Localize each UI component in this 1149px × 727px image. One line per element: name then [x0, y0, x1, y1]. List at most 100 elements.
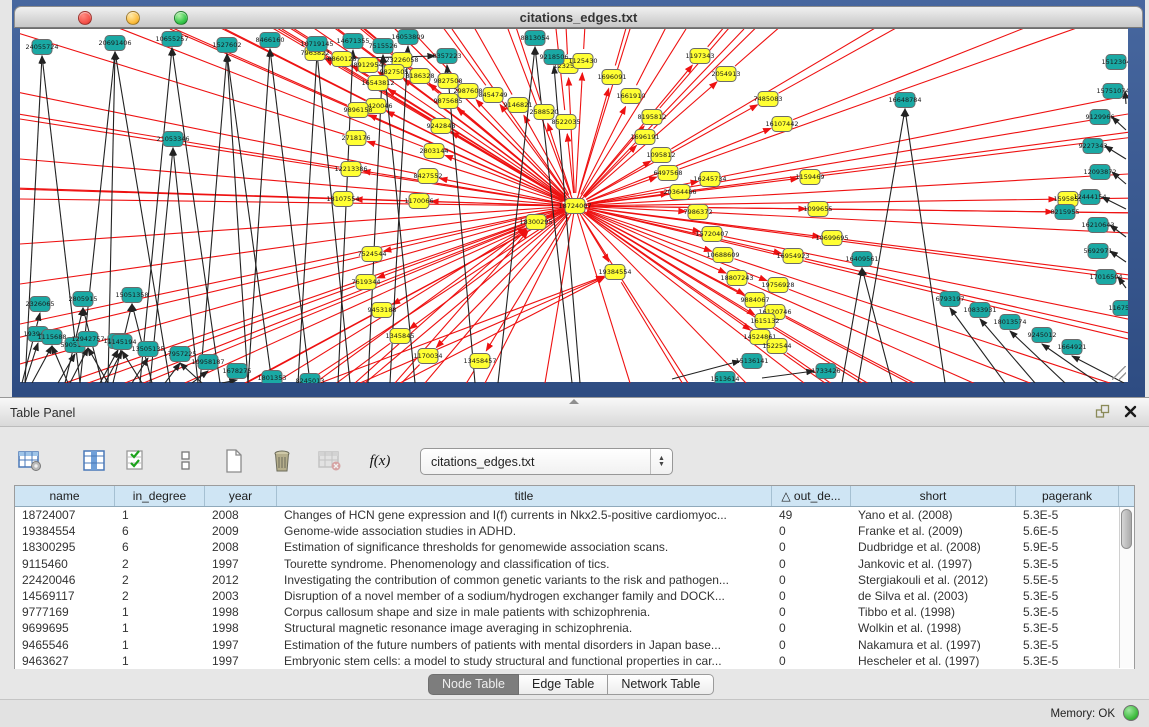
graph-edge[interactable] [20, 199, 575, 206]
graph-node-label: 1801353 [258, 374, 287, 382]
table-cell: 5.5E-5 [1016, 572, 1119, 588]
network-window-titlebar[interactable]: citations_edges.txt [14, 6, 1143, 28]
splitter-handle-icon[interactable] [569, 399, 579, 404]
graph-node-label: 5692971 [1084, 247, 1113, 255]
function-builder-icon[interactable]: f(x) [366, 447, 394, 475]
graph-edge[interactable] [735, 29, 1102, 66]
graph-edge[interactable] [584, 29, 611, 49]
graph-edge[interactable] [270, 49, 310, 383]
tab-network-table[interactable]: Network Table [608, 674, 714, 695]
graph-node-label: 9227343 [1079, 142, 1108, 150]
table-row[interactable]: 1872400712008Changes of HCN gene express… [15, 507, 1134, 523]
graph-edge[interactable] [575, 206, 630, 383]
graph-node-label: 19756928 [761, 281, 794, 289]
graph-node-label: 13505135 [131, 345, 164, 353]
table-cell: 9777169 [15, 604, 115, 620]
graph-node-label: 18013574 [993, 318, 1026, 326]
table-cell: 2 [115, 556, 205, 572]
table-row[interactable]: 911546021997Tourette syndrome. Phenomeno… [15, 556, 1134, 572]
table-row[interactable]: 1456911722003Disruption of a novel membe… [15, 588, 1134, 604]
table-row[interactable]: 2242004622012Investigating the contribut… [15, 572, 1134, 588]
graph-node-label: 15751074 [1096, 87, 1128, 95]
network-canvas-container[interactable]: 1872400779638228860128891295423226058982… [20, 28, 1128, 382]
column-header-year[interactable]: year [205, 486, 277, 506]
cells-icon[interactable] [172, 447, 200, 475]
graph-node-label: 8466160 [256, 36, 285, 44]
graph-node-label: 2054913 [712, 70, 741, 78]
column-header-name[interactable]: name [15, 486, 115, 506]
table-selector-combo[interactable]: citations_edges.txt ▲▼ [420, 448, 673, 475]
graph-node-label: 8427552 [414, 172, 443, 180]
graph-edge[interactable] [140, 48, 172, 383]
new-file-icon[interactable] [220, 447, 248, 475]
graph-node-label: 1115688 [38, 333, 67, 341]
table-cell: 2 [115, 572, 205, 588]
graph-edge[interactable] [762, 371, 814, 378]
column-header-in_degree[interactable]: in_degree [115, 486, 205, 506]
graph-node-label: 7515526 [369, 42, 398, 50]
graph-edge[interactable] [172, 48, 220, 383]
graph-edge[interactable] [222, 380, 237, 383]
close-panel-icon[interactable] [1124, 405, 1137, 423]
graph-canvas[interactable]: 1872400779638228860128891295423226058982… [20, 29, 1128, 383]
graph-edge[interactable] [105, 351, 122, 383]
table-row[interactable]: 1938455462009Genome-wide association stu… [15, 523, 1134, 539]
graph-edge[interactable] [395, 231, 528, 383]
graph-edge[interactable] [575, 206, 1128, 339]
select-rows-icon[interactable] [122, 447, 150, 475]
graph-edge[interactable] [660, 29, 979, 108]
table-toolbar: f(x) citations_edges.txt ▲▼ [0, 445, 1149, 479]
table-cell: 1 [115, 653, 205, 669]
combo-stepper-icon[interactable]: ▲▼ [650, 449, 672, 474]
graph-edge[interactable] [88, 348, 108, 383]
table-settings-icon[interactable] [16, 447, 44, 475]
float-panel-icon[interactable] [1095, 404, 1110, 424]
table-cell: Nakamura et al. (1997) [851, 637, 1016, 653]
table-row[interactable]: 1830029562008Estimation of significance … [15, 539, 1134, 555]
graph-edge[interactable] [575, 174, 1128, 206]
table-vertical-scrollbar[interactable] [1119, 507, 1134, 668]
column-header-out_de[interactable]: △ out_de... [772, 486, 851, 506]
table-row[interactable]: 946362711997Embryonic stem cells: a mode… [15, 653, 1134, 669]
graph-edge[interactable] [457, 109, 565, 198]
table-cell: 1998 [205, 620, 277, 636]
table-cell: 0 [772, 588, 851, 604]
graph-node-label: 13458457 [463, 357, 496, 365]
table-row[interactable]: 969969511998Structural magnetic resonanc… [15, 620, 1134, 636]
graph-edge[interactable] [778, 29, 1128, 93]
graph-edge[interactable] [20, 206, 575, 324]
scrollbar-thumb[interactable] [1121, 509, 1132, 549]
graph-node-label: 1696191 [631, 133, 660, 141]
graph-edge[interactable] [654, 29, 1002, 129]
graph-edge[interactable] [185, 206, 575, 383]
column-header-pagerank[interactable]: pagerank [1016, 486, 1119, 506]
column-header-title[interactable]: title [277, 486, 772, 506]
tab-edge-table[interactable]: Edge Table [519, 674, 608, 695]
graph-edge[interactable] [575, 206, 688, 383]
network-desktop-pane: citations_edges.txt 18724007796382288601… [12, 0, 1145, 397]
canvas-resize-grip[interactable] [1112, 366, 1126, 380]
table-row[interactable]: 977716911998Corpus callosum shape and si… [15, 604, 1134, 620]
column-visibility-icon[interactable] [80, 447, 108, 475]
graph-node-label: 15051358 [115, 291, 148, 299]
graph-edge[interactable] [298, 53, 317, 383]
trash-icon[interactable] [268, 447, 296, 475]
graph-edge[interactable] [636, 29, 857, 85]
graph-node-label: 6497568 [654, 169, 683, 177]
graph-edge[interactable] [447, 65, 475, 383]
tab-node-table[interactable]: Node Table [428, 674, 519, 695]
table-cell: 49 [772, 507, 851, 523]
table-row[interactable]: 946554611997Estimation of the future num… [15, 637, 1134, 653]
table-panel: Table Panel [0, 397, 1149, 727]
memory-status-indicator[interactable] [1123, 705, 1139, 721]
graph-edge[interactable] [576, 73, 583, 193]
table-cell: 5.3E-5 [1016, 653, 1119, 669]
graph-edge[interactable] [1105, 146, 1126, 159]
graph-node-label: 8813054 [521, 34, 550, 42]
graph-edge[interactable] [708, 29, 1020, 47]
graph-edge[interactable] [584, 145, 636, 196]
graph-node-label: 9146821 [504, 101, 533, 109]
column-header-short[interactable]: short [851, 486, 1016, 506]
graph-edge[interactable] [692, 126, 1128, 190]
graph-edge[interactable] [400, 278, 604, 383]
